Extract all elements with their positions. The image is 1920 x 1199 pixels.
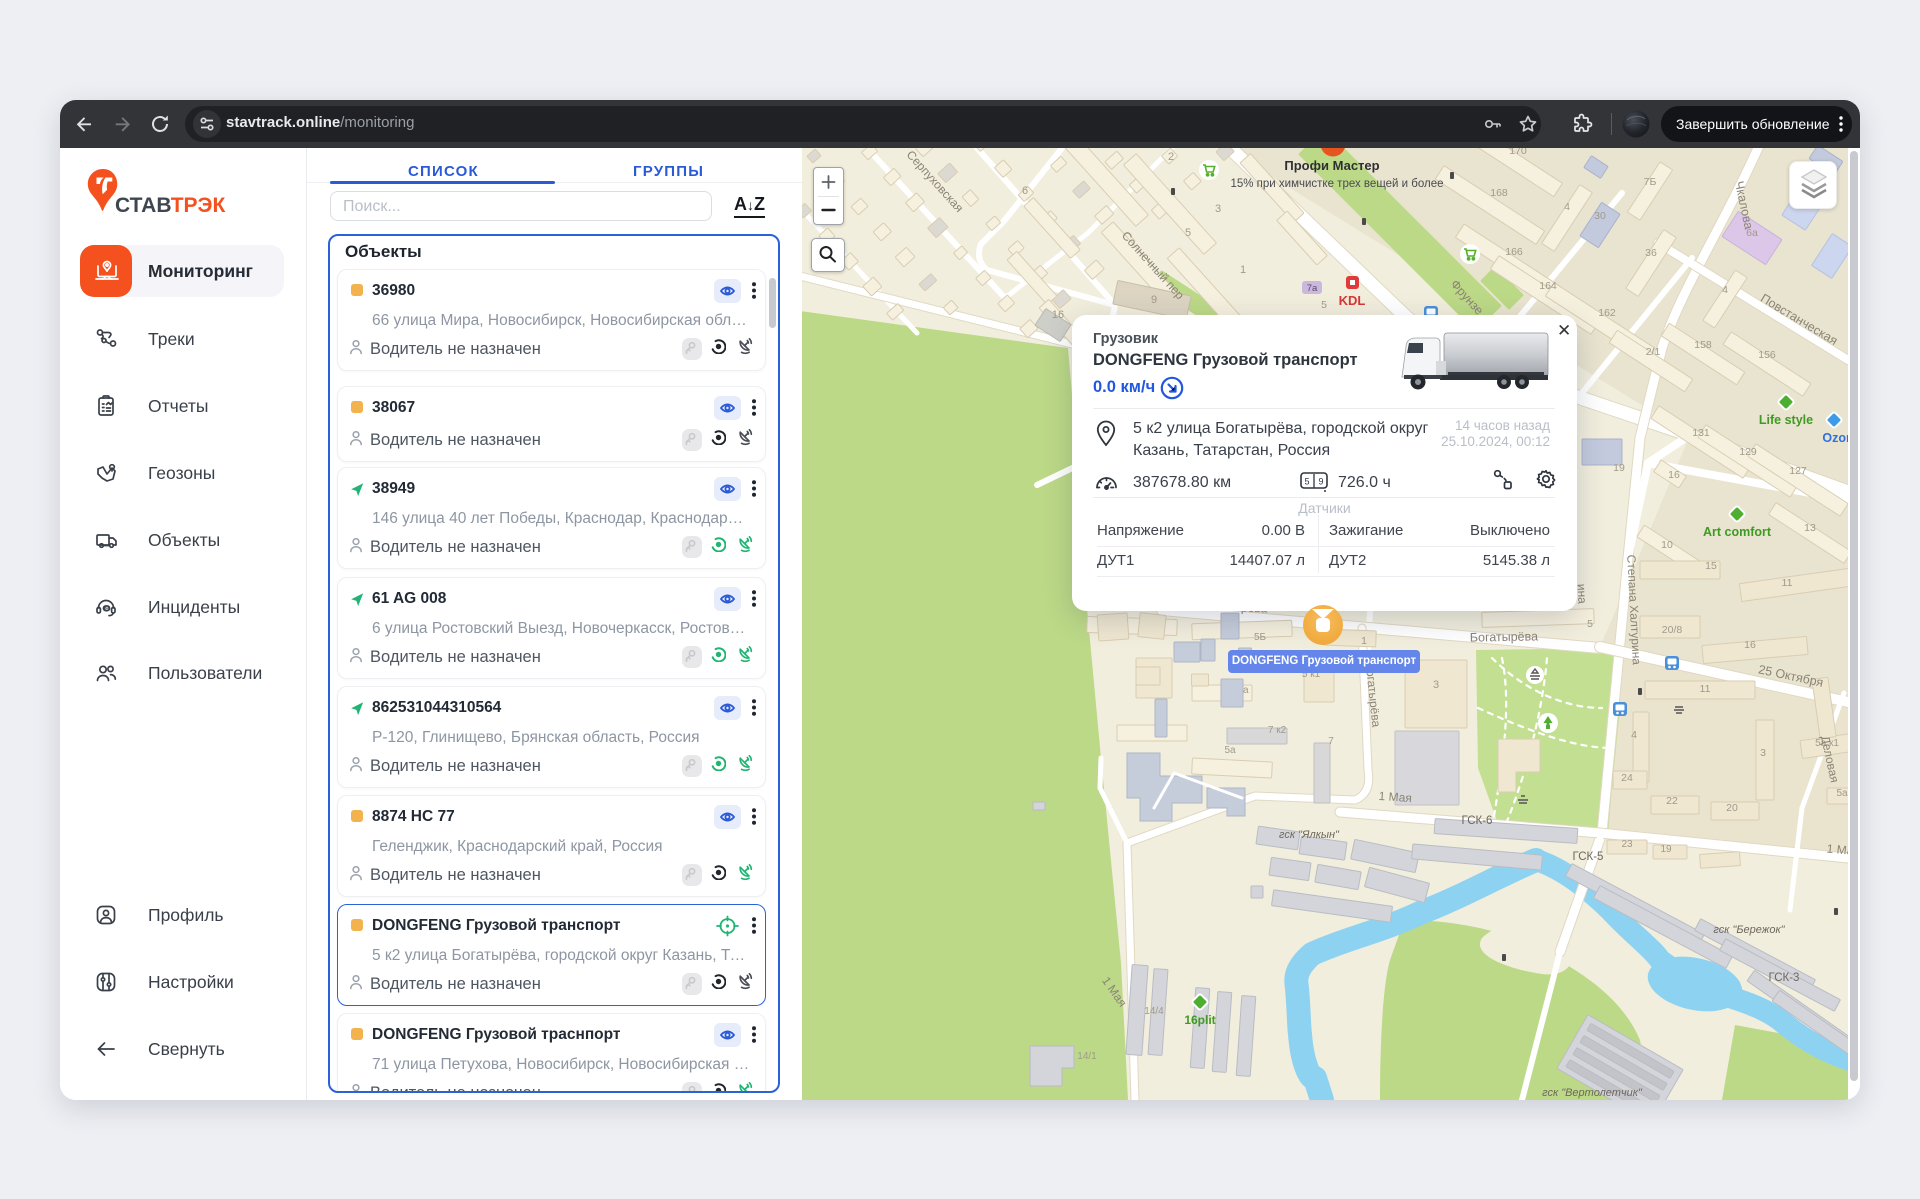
svg-text:7 к2: 7 к2 (1268, 725, 1287, 736)
svg-text:Профи Мастер: Профи Мастер (1284, 158, 1379, 173)
svg-text:164: 164 (1539, 280, 1557, 292)
svg-text:Life style: Life style (1759, 413, 1813, 427)
svg-text:Art comfort: Art comfort (1703, 525, 1772, 539)
svg-text:6: 6 (1022, 185, 1028, 197)
svg-text:KDL: KDL (1339, 293, 1366, 308)
svg-text:19: 19 (1660, 844, 1672, 855)
svg-text:24: 24 (1621, 772, 1633, 784)
svg-text:15% при химчистке трех вещей и: 15% при химчистке трех вещей и более (1230, 178, 1443, 190)
svg-text:3: 3 (1215, 203, 1221, 215)
svg-text:5а: 5а (1224, 745, 1236, 756)
svg-text:4: 4 (1722, 284, 1728, 296)
svg-text:11: 11 (1782, 577, 1793, 589)
svg-text:11: 11 (1700, 683, 1711, 695)
svg-text:36: 36 (1645, 247, 1657, 259)
svg-text:Богатырёва: Богатырёва (1470, 629, 1538, 644)
svg-text:гск "Бережок": гск "Бережок" (1713, 924, 1785, 936)
svg-text:158: 158 (1694, 339, 1712, 351)
svg-text:ГСК-6: ГСК-6 (1462, 815, 1493, 827)
svg-text:16plit: 16plit (1184, 1013, 1215, 1027)
svg-text:2: 2 (1168, 151, 1174, 163)
svg-text:ГСК-3: ГСК-3 (1769, 972, 1800, 984)
svg-text:129: 129 (1739, 446, 1757, 458)
svg-text:9: 9 (1151, 294, 1157, 306)
svg-text:14/1: 14/1 (1077, 1051, 1097, 1062)
svg-text:156: 156 (1758, 349, 1776, 361)
svg-text:168: 168 (1490, 187, 1508, 199)
svg-text:7Б: 7Б (1644, 176, 1657, 188)
svg-text:162: 162 (1598, 307, 1616, 319)
svg-text:2/1: 2/1 (1646, 346, 1661, 358)
svg-text:16: 16 (1744, 639, 1756, 651)
svg-text:5: 5 (1304, 477, 1309, 487)
svg-text:7: 7 (1328, 736, 1334, 747)
svg-text:170: 170 (1509, 148, 1527, 157)
svg-text:19: 19 (1613, 462, 1625, 474)
svg-text:7а: 7а (1307, 283, 1318, 294)
svg-text:5: 5 (1321, 299, 1327, 311)
svg-text:5а: 5а (1836, 788, 1848, 799)
svg-text:ГСК-5: ГСК-5 (1573, 851, 1604, 863)
svg-text:гск "Вертолетчик": гск "Вертолетчик" (1542, 1087, 1643, 1099)
svg-text:131: 131 (1692, 427, 1710, 439)
svg-text:Ozon: Ozon (1822, 431, 1848, 445)
svg-text:4: 4 (1631, 729, 1637, 741)
svg-text:1 Мая: 1 Мая (1378, 789, 1412, 805)
svg-text:22: 22 (1666, 795, 1678, 807)
svg-text:20: 20 (1726, 802, 1738, 814)
svg-text:3: 3 (1760, 747, 1766, 759)
svg-text:гск "Ялкын": гск "Ялкын" (1279, 829, 1340, 841)
svg-text:13: 13 (1804, 522, 1816, 534)
svg-text:166: 166 (1505, 246, 1523, 258)
svg-text:127: 127 (1789, 465, 1807, 477)
svg-text:1: 1 (1361, 635, 1367, 647)
svg-text:5Б: 5Б (1254, 632, 1267, 643)
svg-text:3: 3 (1433, 679, 1439, 691)
svg-text:1: 1 (1240, 264, 1246, 276)
svg-text:20/8: 20/8 (1662, 624, 1683, 636)
svg-text:15: 15 (1705, 560, 1717, 572)
svg-text:30: 30 (1594, 210, 1606, 222)
svg-text:5: 5 (1587, 618, 1593, 630)
svg-text:9: 9 (1318, 477, 1323, 487)
svg-text:16: 16 (1668, 469, 1680, 481)
svg-text:14/4: 14/4 (1144, 1006, 1164, 1017)
svg-text:23: 23 (1621, 839, 1633, 850)
svg-text:4: 4 (1564, 201, 1570, 213)
svg-text:16: 16 (1052, 309, 1064, 321)
svg-text:10: 10 (1661, 539, 1673, 551)
svg-text:5: 5 (1185, 227, 1191, 239)
